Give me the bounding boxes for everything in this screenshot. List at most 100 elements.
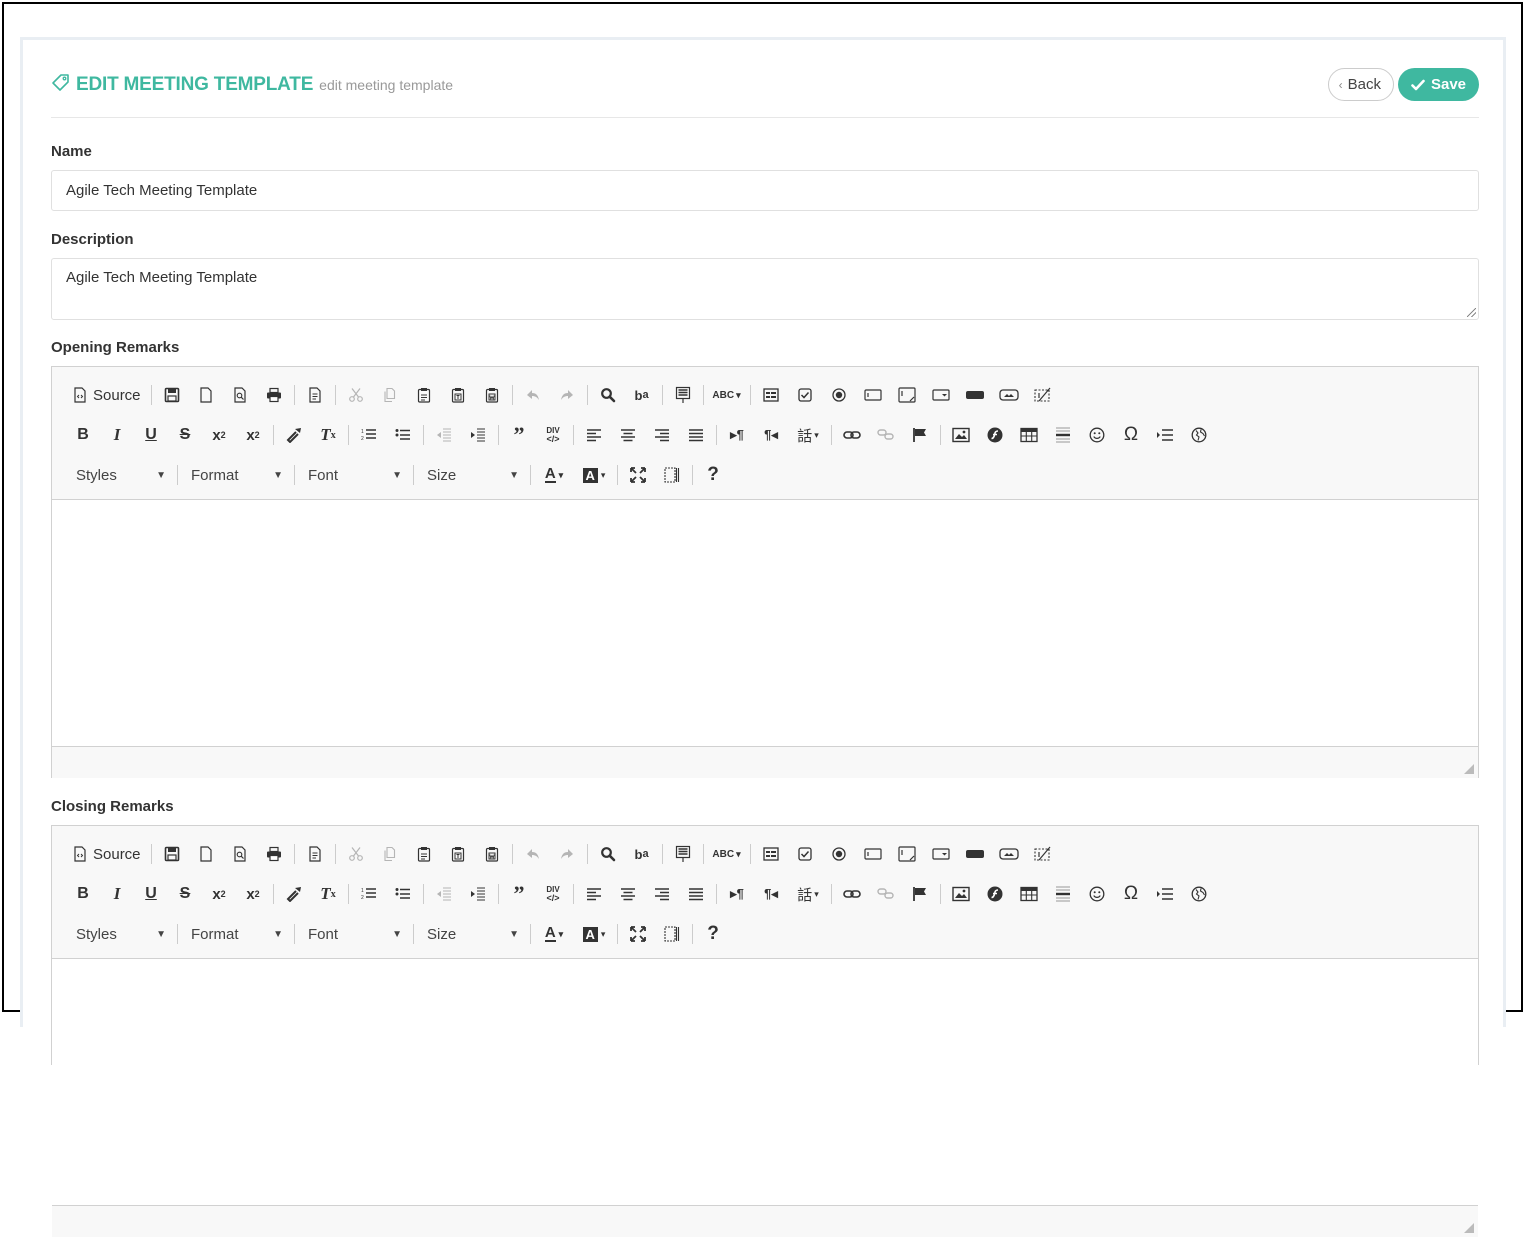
indent-icon[interactable] — [464, 422, 492, 448]
format-combo[interactable]: Format ▼ — [183, 462, 289, 488]
strike-icon[interactable]: S — [171, 881, 199, 907]
hiddenfield-icon[interactable] — [1029, 382, 1057, 408]
italic-icon[interactable]: I — [103, 422, 131, 448]
smiley-icon[interactable] — [1083, 881, 1111, 907]
image-icon[interactable] — [947, 422, 975, 448]
templates-icon[interactable] — [301, 841, 329, 867]
show-blocks-icon[interactable] — [658, 921, 686, 947]
link-icon[interactable] — [838, 881, 866, 907]
about-icon[interactable]: ? — [699, 921, 727, 947]
strike-icon[interactable]: S — [171, 422, 199, 448]
align-left-icon[interactable] — [580, 881, 608, 907]
about-icon[interactable]: ? — [699, 462, 727, 488]
form-icon[interactable] — [757, 841, 785, 867]
source-button[interactable]: Source — [69, 841, 145, 867]
radio-icon[interactable] — [825, 841, 853, 867]
select-icon[interactable] — [927, 382, 955, 408]
form-icon[interactable] — [757, 382, 785, 408]
outdent-icon[interactable] — [430, 881, 458, 907]
horizontal-rule-icon[interactable] — [1049, 422, 1077, 448]
rtl-icon[interactable]: ¶◂ — [757, 422, 785, 448]
page-break-icon[interactable] — [1151, 422, 1179, 448]
font-combo[interactable]: Font ▼ — [300, 462, 408, 488]
textfield-icon[interactable] — [859, 382, 887, 408]
imagebutton-icon[interactable] — [995, 382, 1023, 408]
align-right-icon[interactable] — [648, 881, 676, 907]
language-icon[interactable]: 話 ▾ — [791, 881, 825, 907]
div-icon[interactable]: DIV </> — [539, 422, 567, 448]
copy-format-icon[interactable] — [280, 422, 308, 448]
image-icon[interactable] — [947, 881, 975, 907]
bg-color-icon[interactable]: A ▾ — [577, 462, 611, 488]
rtl-icon[interactable]: ¶◂ — [757, 881, 785, 907]
radio-icon[interactable] — [825, 382, 853, 408]
justify-icon[interactable] — [682, 422, 710, 448]
text-color-icon[interactable]: A ▾ — [537, 921, 571, 947]
blockquote-icon[interactable]: ” — [505, 422, 533, 448]
unlink-icon[interactable] — [872, 422, 900, 448]
align-center-icon[interactable] — [614, 881, 642, 907]
styles-combo[interactable]: Styles ▼ — [68, 921, 172, 947]
table-icon[interactable] — [1015, 422, 1043, 448]
save-icon[interactable] — [158, 382, 186, 408]
cut-icon[interactable] — [342, 841, 370, 867]
superscript-icon[interactable]: x2 — [239, 881, 267, 907]
resize-grip-icon[interactable] — [1467, 308, 1476, 317]
redo-icon[interactable] — [553, 382, 581, 408]
textarea-icon[interactable] — [893, 841, 921, 867]
iframe-icon[interactable] — [1185, 422, 1213, 448]
special-char-icon[interactable]: Ω — [1117, 881, 1145, 907]
select-all-icon[interactable] — [669, 382, 697, 408]
format-combo[interactable]: Format ▼ — [183, 921, 289, 947]
find-icon[interactable] — [594, 382, 622, 408]
button-icon[interactable] — [961, 382, 989, 408]
preview-icon[interactable] — [226, 841, 254, 867]
textarea-icon[interactable] — [893, 382, 921, 408]
undo-icon[interactable] — [519, 382, 547, 408]
flash-icon[interactable] — [981, 422, 1009, 448]
textfield-icon[interactable] — [859, 841, 887, 867]
paste-text-icon[interactable] — [444, 841, 472, 867]
source-button[interactable]: Source — [69, 382, 145, 408]
paste-icon[interactable] — [410, 841, 438, 867]
iframe-icon[interactable] — [1185, 881, 1213, 907]
page-break-icon[interactable] — [1151, 881, 1179, 907]
save-icon[interactable] — [158, 841, 186, 867]
italic-icon[interactable]: I — [103, 881, 131, 907]
font-combo[interactable]: Font ▼ — [300, 921, 408, 947]
paste-word-icon[interactable] — [478, 841, 506, 867]
size-combo[interactable]: Size ▼ — [419, 462, 525, 488]
smiley-icon[interactable] — [1083, 422, 1111, 448]
underline-icon[interactable]: U — [137, 422, 165, 448]
table-icon[interactable] — [1015, 881, 1043, 907]
indent-icon[interactable] — [464, 881, 492, 907]
superscript-icon[interactable]: x2 — [239, 422, 267, 448]
preview-icon[interactable] — [226, 382, 254, 408]
div-icon[interactable]: DIV </> — [539, 881, 567, 907]
undo-icon[interactable] — [519, 841, 547, 867]
checkbox-icon[interactable] — [791, 841, 819, 867]
editor-content-area[interactable] — [52, 959, 1478, 1205]
show-blocks-icon[interactable] — [658, 462, 686, 488]
link-icon[interactable] — [838, 422, 866, 448]
bulleted-list-icon[interactable] — [389, 881, 417, 907]
select-icon[interactable] — [927, 841, 955, 867]
button-icon[interactable] — [961, 841, 989, 867]
text-color-icon[interactable]: A ▾ — [537, 462, 571, 488]
resize-grip-icon[interactable] — [1464, 764, 1474, 774]
print-icon[interactable] — [260, 382, 288, 408]
anchor-icon[interactable] — [906, 881, 934, 907]
find-icon[interactable] — [594, 841, 622, 867]
align-right-icon[interactable] — [648, 422, 676, 448]
ltr-icon[interactable]: ▸¶ — [723, 422, 751, 448]
unlink-icon[interactable] — [872, 881, 900, 907]
replace-icon[interactable]: ba — [628, 382, 656, 408]
outdent-icon[interactable] — [430, 422, 458, 448]
resize-grip-icon[interactable] — [1464, 1223, 1474, 1233]
select-all-icon[interactable] — [669, 841, 697, 867]
templates-icon[interactable] — [301, 382, 329, 408]
maximize-icon[interactable] — [624, 462, 652, 488]
anchor-icon[interactable] — [906, 422, 934, 448]
maximize-icon[interactable] — [624, 921, 652, 947]
redo-icon[interactable] — [553, 841, 581, 867]
